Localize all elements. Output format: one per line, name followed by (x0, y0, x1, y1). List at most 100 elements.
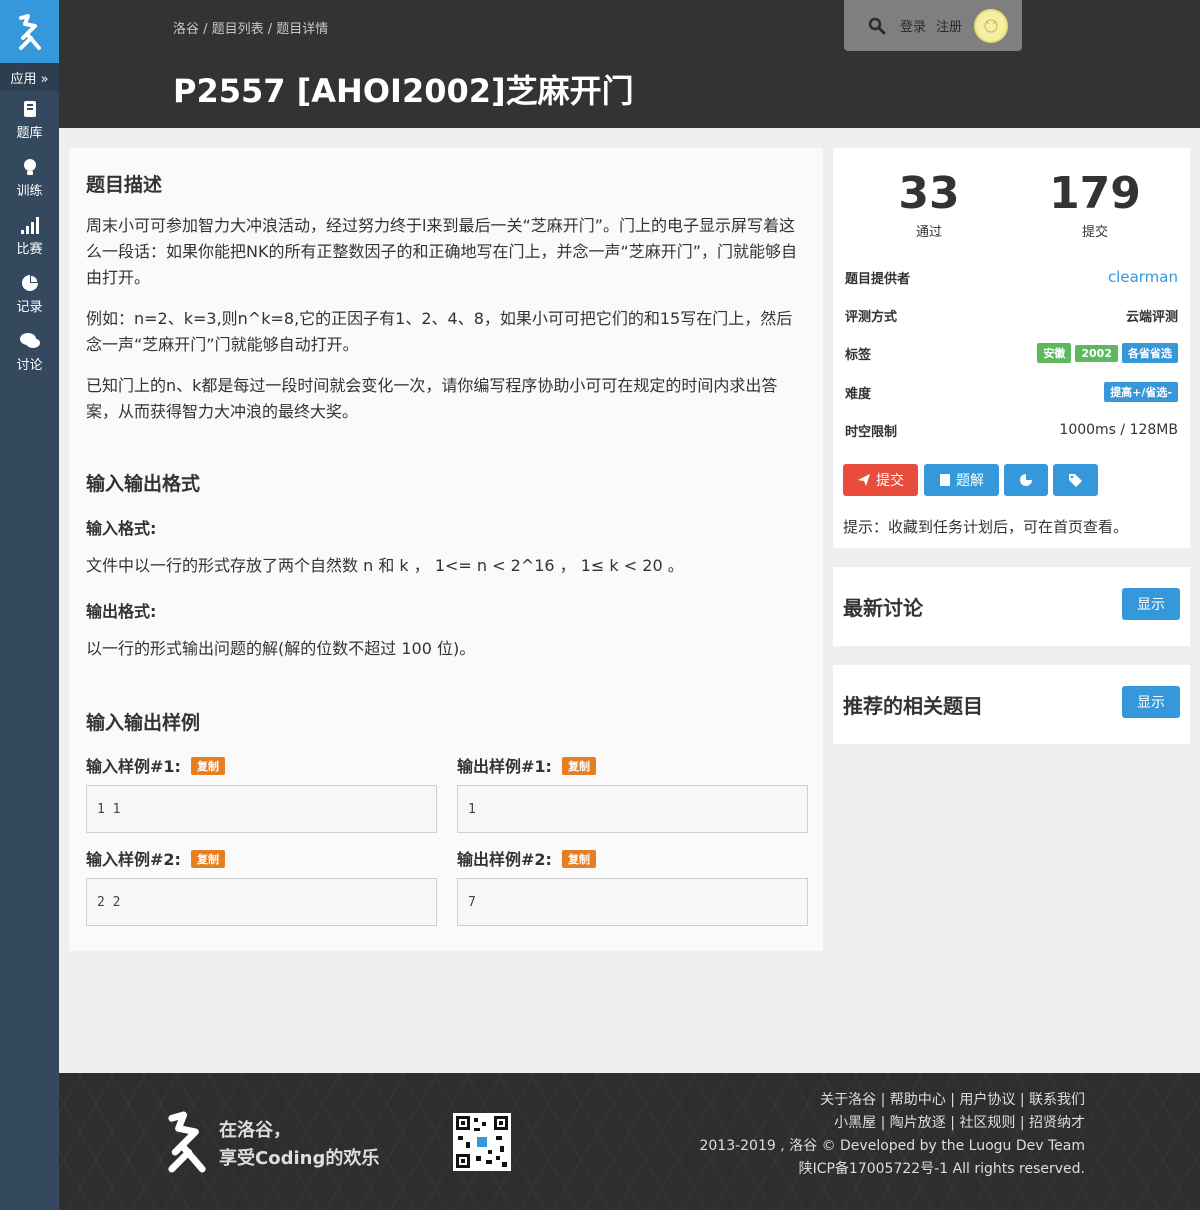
limit-row: 时空限制 1000ms / 128MB (845, 420, 1178, 440)
judge-row: 评测方式 云端评测 (845, 305, 1178, 325)
avatar-doodle-icon (984, 19, 998, 32)
footer-copyright: 2013-2019 , 洛谷 © Developed by the Luogu … (699, 1138, 1085, 1154)
comments-icon (19, 332, 40, 348)
provider-row: 题目提供者 clearman (845, 267, 1178, 287)
sidebar-item-training[interactable]: 训练 (0, 149, 59, 207)
sidebar-item-problems[interactable]: 题库 (0, 91, 59, 149)
limit-value: 1000ms / 128MB (1059, 422, 1178, 438)
limit-label: 时空限制 (845, 424, 898, 440)
page-title: P2557 [AHOI2002]芝麻开门 (173, 72, 634, 110)
latest-discussions-title: 最新讨论 (843, 596, 923, 620)
sample-output-label: 输出样例#2: 复制 (457, 846, 596, 870)
description-paragraph: 周末小可可参加智力大冲浪活动，经过努力终于l来到最后一关“芝麻开门”。门上的电子… (86, 216, 798, 287)
footer-links-row[interactable]: 小黑屋 | 陶片放逐 | 社区规则 | 招贤纳才 (699, 1112, 1085, 1135)
footer-slogan-line: 在洛谷， (219, 1120, 291, 1141)
breadcrumb[interactable]: 洛谷 / 题目列表 / 题目详情 (173, 18, 328, 37)
tags-button[interactable] (1053, 464, 1098, 496)
description-paragraph: 已知门上的n、k都是每过一段时间就会变化一次，请你编写程序协助小可可在规定的时间… (86, 376, 778, 421)
qr-code-icon (456, 1116, 508, 1168)
pie-chart-icon (21, 274, 38, 291)
register-link[interactable]: 注册 (936, 16, 962, 35)
input-format-text: 文件中以一行的形式存放了两个自然数 n 和 k ， 1<= n < 2^16 ，… (86, 556, 684, 575)
sample-input-label-text: 输入样例#1: (86, 757, 181, 776)
show-discussions-button[interactable]: 显示 (1122, 588, 1180, 620)
tag-badge[interactable]: 2002 (1075, 345, 1118, 362)
problem-card: 题目描述 周末小可可参加智力大冲浪活动，经过努力终于l来到最后一关“芝麻开门”。… (69, 148, 823, 951)
difficulty-row: 难度 提高+/省选- (845, 382, 1178, 402)
book-icon (940, 474, 950, 486)
copy-button[interactable]: 复制 (190, 757, 225, 775)
samples-title: 输入输出样例 (86, 712, 201, 734)
tags-icon (1068, 474, 1082, 487)
page-header: 洛谷 / 题目列表 / 题目详情 P2557 [AHOI2002]芝麻开门 登录… (59, 0, 1200, 128)
related-problems-card: 推荐的相关题目 显示 (833, 665, 1190, 744)
qr-code (453, 1113, 511, 1171)
sample-input-box[interactable]: 2 2 (86, 878, 437, 926)
sidebar-item-label: 讨论 (16, 357, 43, 373)
copy-button[interactable]: 复制 (561, 850, 596, 868)
tags-row: 标签 安徽 2002 各省省选 (845, 343, 1178, 363)
judge-label: 评测方式 (845, 309, 898, 325)
provider-label: 题目提供者 (845, 271, 911, 287)
apps-menu-button[interactable]: 应用 » (0, 63, 59, 91)
sample-output-box[interactable]: 7 (457, 878, 808, 926)
difficulty-label: 难度 (845, 386, 872, 402)
sidebar: 应用 » 题库 训练 比赛 记录 讨论 (0, 0, 59, 1210)
sidebar-item-label: 题库 (16, 125, 43, 141)
submitted-label: 提交 (1081, 225, 1108, 240)
show-related-button[interactable]: 显示 (1122, 686, 1180, 718)
passed-count: 33 (898, 168, 960, 219)
difficulty-badge: 提高+/省选- (1104, 382, 1178, 402)
problem-info-card: 33 通过 179 提交 题目提供者 clearman 评测方式 云端评测 标签… (833, 148, 1190, 548)
solution-button-label: 题解 (956, 473, 984, 489)
tag-list: 安徽 2002 各省省选 (1033, 343, 1178, 363)
sidebar-item-records[interactable]: 记录 (0, 265, 59, 323)
sample-output-box[interactable]: 1 (457, 785, 808, 833)
tags-label: 标签 (845, 347, 872, 363)
footer-slogan-line: 享受Coding的欢乐 (219, 1148, 380, 1169)
luogu-logo-icon (168, 1111, 206, 1173)
submit-button-label: 提交 (876, 473, 904, 489)
sample-output-label-text: 输出样例#1: (457, 757, 552, 776)
avatar[interactable] (974, 8, 1009, 43)
sidebar-item-label: 训练 (16, 183, 43, 199)
book-icon (23, 100, 36, 117)
io-format-title: 输入输出格式 (86, 473, 201, 495)
description-title: 题目描述 (86, 174, 163, 196)
statistics-button[interactable] (1004, 464, 1048, 496)
submit-button[interactable]: 提交 (843, 464, 918, 496)
tag-badge[interactable]: 各省省选 (1122, 343, 1178, 363)
luogu-logo-icon (18, 13, 41, 50)
footer-slogan: 在洛谷， 享受Coding的欢乐 (219, 1117, 379, 1173)
lightbulb-icon (23, 158, 36, 175)
input-format-label: 输入格式: (86, 519, 157, 538)
sidebar-item-contests[interactable]: 比赛 (0, 207, 59, 265)
provider-link[interactable]: clearman (1108, 268, 1178, 286)
search-icon[interactable] (868, 17, 886, 35)
sample-input-box[interactable]: 1 1 (86, 785, 437, 833)
luogu-logo[interactable] (0, 0, 59, 63)
user-box: 登录 注册 (844, 0, 1022, 51)
judge-value: 云端评测 (1125, 309, 1178, 325)
footer: 在洛谷， 享受Coding的欢乐 关于洛谷 | 帮助中心 | 用户协议 | 联系… (59, 1073, 1200, 1210)
favorite-hint: 提示：收藏到任务计划后，可在首页查看。 (843, 518, 1129, 536)
copy-button[interactable]: 复制 (561, 757, 596, 775)
solution-button[interactable]: 题解 (924, 464, 999, 496)
sidebar-item-label: 比赛 (16, 241, 43, 257)
sidebar-item-discuss[interactable]: 讨论 (0, 323, 59, 381)
sample-input-label: 输入样例#2: 复制 (86, 846, 225, 870)
login-link[interactable]: 登录 (900, 16, 926, 35)
description-paragraph: 例如：n=2、k=3,则n^k=8,它的正因子有1、2、4、8，如果小可可把它们… (86, 309, 793, 354)
related-problems-title: 推荐的相关题目 (843, 694, 983, 718)
passed-label: 通过 (915, 225, 942, 240)
submitted-count: 179 (1049, 168, 1141, 219)
footer-icp[interactable]: 陕ICP备17005722号-1 All rights reserved. (699, 1158, 1085, 1181)
copy-button[interactable]: 复制 (190, 850, 225, 868)
sidebar-item-label: 记录 (16, 299, 43, 315)
pie-chart-icon (1020, 474, 1032, 486)
latest-discussions-card: 最新讨论 显示 (833, 567, 1190, 646)
sample-input-label: 输入样例#1: 复制 (86, 753, 225, 777)
footer-links: 关于洛谷 | 帮助中心 | 用户协议 | 联系我们 小黑屋 | 陶片放逐 | 社… (699, 1089, 1085, 1181)
footer-links-row[interactable]: 关于洛谷 | 帮助中心 | 用户协议 | 联系我们 (699, 1089, 1085, 1112)
tag-badge[interactable]: 安徽 (1037, 343, 1072, 363)
